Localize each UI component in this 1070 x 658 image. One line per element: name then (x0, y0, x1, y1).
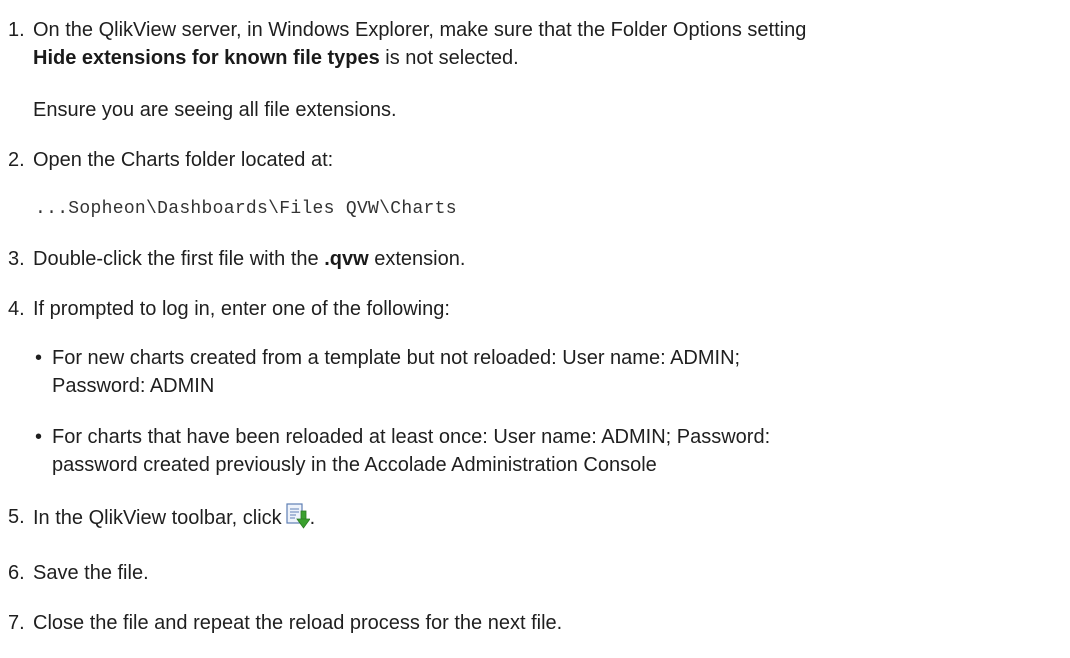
step-number: 4. (8, 298, 25, 320)
step-number: 6. (8, 562, 25, 584)
instructions-document: 1. On the QlikView server, in Windows Ex… (0, 0, 1070, 658)
bullet-text-line: For charts that have been reloaded at le… (52, 426, 771, 448)
step-text: Close the file and repeat the reload pro… (33, 612, 563, 634)
step-text: In the QlikView toolbar, click (33, 507, 282, 529)
step-text: If prompted to log in, enter one of the … (33, 298, 450, 320)
step-number: 7. (8, 612, 25, 634)
step-text: Save the file. (33, 562, 149, 584)
step-text: Double-click the first file with the (33, 248, 325, 270)
step-text-continued: is not selected. (379, 47, 519, 69)
step-number: 2. (8, 149, 25, 171)
step-text: On the QlikView server, in Windows Explo… (33, 19, 807, 41)
step-number: 5. (8, 506, 25, 528)
reload-icon (286, 503, 311, 537)
setting-name: Hide extensions for known file types (33, 47, 380, 69)
bullet-text-line: Password: ADMIN (52, 375, 215, 397)
step-text: Open the Charts folder located at: (33, 149, 334, 171)
bullet-icon: • (35, 347, 43, 369)
bullet-text-line: For new charts created from a template b… (52, 347, 741, 369)
step-text-continued: extension. (368, 248, 466, 270)
bullet-icon: • (35, 426, 43, 448)
folder-path: ...Sopheon\Dashboards\Files QVW\Charts (35, 199, 457, 219)
bullet-text-line: password created previously in the Accol… (52, 454, 657, 476)
step-text-continued: . (309, 507, 316, 529)
file-extension: .qvw (324, 248, 369, 270)
step-1-note: Ensure you are seeing all file extension… (33, 99, 397, 121)
step-number: 1. (8, 19, 25, 41)
step-number: 3. (8, 248, 25, 270)
